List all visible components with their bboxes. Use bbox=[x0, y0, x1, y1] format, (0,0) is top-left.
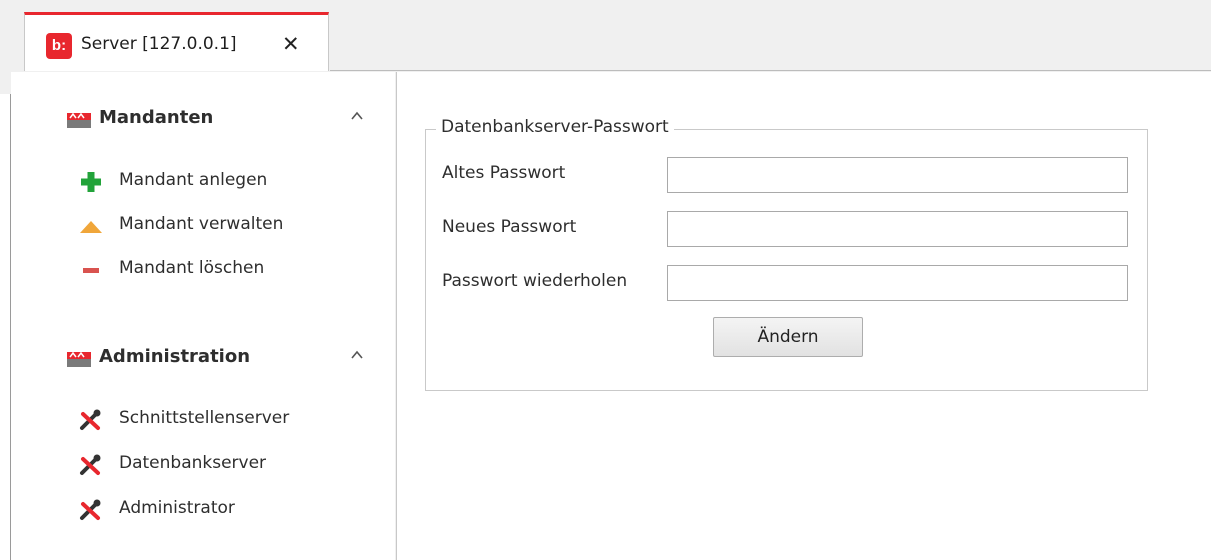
tabstrip-border bbox=[330, 70, 1211, 71]
close-icon[interactable]: ✕ bbox=[282, 32, 300, 56]
password-fieldset: Datenbankserver-Passwort Altes Passwort … bbox=[425, 117, 1148, 391]
old-password-label: Altes Passwort bbox=[442, 163, 566, 183]
sidebar-item-label: Administrator bbox=[119, 498, 235, 518]
plus-icon bbox=[81, 172, 101, 192]
main-panel: Datenbankserver-Passwort Altes Passwort … bbox=[396, 72, 1211, 560]
old-password-input[interactable] bbox=[667, 157, 1128, 193]
tab-server[interactable]: b: Server [127.0.0.1] ✕ bbox=[24, 12, 329, 71]
new-password-input[interactable] bbox=[667, 211, 1128, 247]
folder-group-icon bbox=[67, 351, 91, 367]
group-title: Administration bbox=[99, 346, 251, 367]
repeat-password-input[interactable] bbox=[667, 265, 1128, 301]
new-password-label: Neues Passwort bbox=[442, 217, 577, 237]
tab-title: Server [127.0.0.1] bbox=[81, 34, 237, 54]
sidebar-item-label: Mandant löschen bbox=[119, 258, 265, 278]
left-panel-edge bbox=[0, 94, 11, 560]
minus-icon bbox=[83, 268, 99, 273]
tools-icon bbox=[80, 499, 101, 520]
sidebar: Mandanten Mandant anlegen Mandant verwal… bbox=[11, 72, 395, 560]
tools-icon bbox=[80, 454, 101, 475]
app-logo-icon: b: bbox=[46, 33, 72, 59]
fieldset-legend: Datenbankserver-Passwort bbox=[436, 117, 674, 137]
sidebar-item-label: Mandant verwalten bbox=[119, 214, 284, 234]
folder-group-icon bbox=[67, 112, 91, 128]
tools-icon bbox=[80, 409, 101, 430]
repeat-password-label: Passwort wiederholen bbox=[442, 271, 628, 291]
chevron-up-icon[interactable] bbox=[350, 348, 364, 362]
change-password-button[interactable]: Ändern bbox=[713, 317, 863, 357]
group-title: Mandanten bbox=[99, 107, 214, 128]
chevron-up-icon[interactable] bbox=[350, 109, 364, 123]
triangle-icon bbox=[80, 221, 102, 233]
sidebar-item-label: Mandant anlegen bbox=[119, 170, 268, 190]
sidebar-item-label: Schnittstellenserver bbox=[119, 408, 290, 428]
sidebar-item-label: Datenbankserver bbox=[119, 453, 267, 473]
